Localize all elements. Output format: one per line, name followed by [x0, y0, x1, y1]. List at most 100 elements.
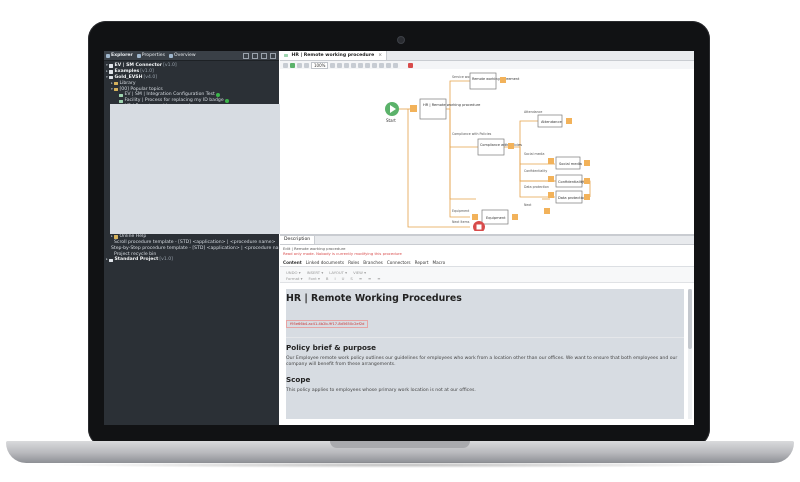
align-icon[interactable] — [344, 62, 350, 68]
tab-explorer[interactable]: Explorer — [106, 53, 133, 58]
save-icon[interactable] — [283, 62, 288, 68]
procedure-icon — [284, 53, 288, 58]
redo-icon[interactable] — [304, 62, 309, 68]
format-select[interactable]: Format ▾ — [286, 276, 303, 281]
layout-menu[interactable]: LAYOUT ▾ — [329, 270, 347, 275]
step-marker — [584, 178, 590, 184]
maximize-icon[interactable] — [270, 52, 276, 59]
diagram-canvas[interactable]: Start HR | Remote working procedure Serv… — [280, 69, 694, 245]
close-icon[interactable]: × — [378, 51, 382, 60]
minimize-icon[interactable] — [261, 52, 267, 59]
webcam-icon — [397, 36, 405, 44]
node-social-media-label: Social media — [559, 162, 582, 166]
edge-label: Next — [524, 203, 532, 207]
scrollbar-thumb[interactable] — [688, 289, 692, 349]
paragraph-scope: This policy applies to employees whose p… — [286, 387, 476, 393]
workspace: HR | Remote working procedure × 100% Sta… — [280, 51, 694, 425]
zoom-select[interactable]: 100% — [311, 61, 329, 69]
underline-button[interactable]: U — [342, 276, 345, 281]
subtab-linked-documents[interactable]: Linked documents — [306, 260, 344, 265]
laptop-shadow — [40, 462, 760, 468]
subtab-report[interactable]: Report — [415, 260, 429, 265]
document-body[interactable]: HR | Remote Working Procedures f95e66b4-… — [286, 289, 684, 419]
edge-label: Next Items — [452, 220, 470, 224]
rich-text-toolbar: UNDO ▾ INSERT ▾ LAYOUT ▾ VIEW ▾ Format ▾… — [280, 267, 694, 283]
step-marker — [548, 192, 554, 198]
step-marker — [500, 77, 506, 83]
step-marker — [544, 208, 550, 214]
layout-icon[interactable] — [358, 62, 364, 68]
version-tag: [v4.0] — [143, 74, 158, 80]
description-subtabs: Content Linked documents Roles Branches … — [280, 259, 694, 267]
tab-explorer-label: Explorer — [111, 53, 133, 58]
repo-icon — [109, 70, 113, 74]
process-diagram: Start HR | Remote working procedure Serv… — [385, 72, 591, 233]
node-equipment-label: Equipment — [486, 216, 506, 220]
zoom-out-icon[interactable] — [337, 62, 343, 68]
tab-overview[interactable]: Overview — [169, 53, 196, 58]
strike-button[interactable]: S — [350, 276, 352, 281]
step-marker — [584, 194, 590, 200]
document-scrollbar[interactable] — [688, 289, 692, 419]
insert-menu[interactable]: INSERT ▾ — [307, 270, 324, 275]
subtab-content[interactable]: Content — [283, 260, 302, 265]
export-icon[interactable] — [365, 62, 371, 68]
run-icon[interactable] — [290, 62, 295, 68]
explorer-tabs: Explorer Properties Overview — [104, 51, 279, 61]
font-select[interactable]: Font ▾ — [309, 276, 320, 281]
step-marker — [548, 158, 554, 164]
explorer-panel: Explorer Properties Overview ▾ EV | SM Co… — [104, 51, 508, 425]
align-left-button[interactable]: ≡ — [359, 276, 362, 281]
node-compliance — [477, 138, 505, 156]
bold-button[interactable]: B — [326, 276, 329, 281]
properties-icon — [136, 53, 141, 58]
grid-icon[interactable] — [351, 62, 357, 68]
step-marker — [548, 176, 554, 182]
explorer-icon — [106, 53, 110, 58]
edge-label: Data protection — [524, 185, 549, 189]
folder-icon — [114, 235, 118, 239]
subtab-macro[interactable]: Macro — [433, 260, 446, 265]
align-right-button[interactable]: ≡ — [377, 276, 380, 281]
search-icon[interactable] — [379, 62, 385, 68]
step-marker — [508, 143, 514, 149]
divider — [286, 337, 684, 338]
subtab-roles[interactable]: Roles — [348, 260, 359, 265]
language-flag-icon[interactable] — [408, 62, 414, 68]
align-center-button[interactable]: ≡ — [368, 276, 371, 281]
tab-properties-label: Properties — [141, 53, 165, 58]
subtab-branches[interactable]: Branches — [363, 260, 383, 265]
italic-button[interactable]: I — [335, 276, 336, 281]
link-icon[interactable] — [243, 52, 249, 59]
view-menu[interactable]: VIEW ▾ — [353, 270, 366, 275]
explorer-tools — [243, 52, 279, 59]
tree-item[interactable]: ▸ Standard Project [v1.0] — [106, 257, 279, 263]
node-remote-agreement-label: Remote working agreement — [472, 77, 520, 81]
heading-policy: Policy brief & purpose — [286, 343, 377, 352]
settings-icon[interactable] — [393, 62, 399, 68]
proc-icon — [119, 93, 123, 98]
heading-scope: Scope — [286, 374, 311, 384]
node-data-protection-label: Data protection — [558, 196, 586, 200]
tab-properties[interactable]: Properties — [136, 53, 165, 58]
read-only-warning: Read only mode. Nobody is currently modi… — [283, 251, 402, 256]
print-icon[interactable] — [372, 62, 378, 68]
zoom-in-icon[interactable] — [330, 62, 336, 68]
subtab-connectors[interactable]: Connectors — [387, 260, 411, 265]
node-remote-agreement — [469, 72, 497, 90]
node-attendance-label: Attendance — [541, 120, 562, 124]
collapse-icon[interactable] — [252, 52, 258, 59]
undo-icon[interactable] — [297, 62, 302, 68]
edge-label: Attendance — [524, 110, 542, 114]
edge-label: Social media — [524, 152, 544, 156]
filter-icon[interactable] — [386, 62, 392, 68]
editor-tabbar: HR | Remote working procedure × — [280, 51, 694, 61]
node-compliance-label: Compliance with Policies — [480, 143, 522, 147]
tab-procedure[interactable]: HR | Remote working procedure × — [280, 51, 388, 60]
undo-menu[interactable]: UNDO ▾ — [286, 270, 301, 275]
document-id-chip[interactable]: f95e66b4-ac41-4b2b-9f17-8d5650c2ef2d — [286, 320, 369, 328]
edge-label: Compliance with Policies — [452, 132, 492, 136]
title-node — [419, 98, 447, 120]
paragraph-policy: Our Employee remote work policy outlines… — [286, 356, 678, 368]
tab-description[interactable]: Description — [280, 236, 684, 419]
